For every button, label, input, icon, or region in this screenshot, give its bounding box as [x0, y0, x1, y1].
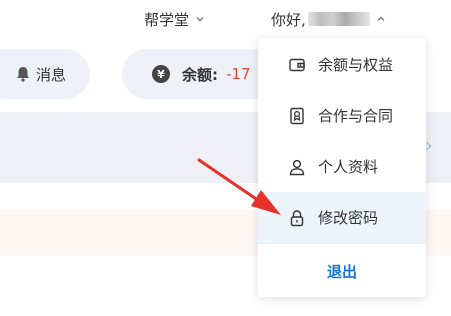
- menu-item-label: 个人资料: [318, 158, 379, 176]
- help-center-menu[interactable]: 帮学堂: [144, 0, 205, 38]
- wallet-icon: [289, 58, 305, 71]
- messages-button[interactable]: 消息: [0, 49, 90, 99]
- chevron-up-icon: [377, 16, 385, 21]
- logout-button[interactable]: 退出: [258, 245, 426, 297]
- balance-value: -17: [226, 65, 251, 83]
- user-account-menu[interactable]: 你好,: [271, 0, 386, 38]
- user-dropdown-menu: 余额与权益 合作与合同 个人资料 修改密码 退出: [258, 38, 426, 297]
- user-greeting: 你好,: [271, 10, 306, 29]
- username-redacted: [307, 12, 370, 26]
- menu-item-balance-benefits[interactable]: 余额与权益: [258, 39, 426, 90]
- yen-icon: ¥: [152, 65, 170, 83]
- menu-divider: [258, 243, 426, 244]
- menu-item-label: 合作与合同: [318, 107, 394, 125]
- help-center-label: 帮学堂: [144, 10, 190, 29]
- messages-label: 消息: [36, 65, 67, 84]
- chevron-down-icon: [196, 17, 204, 22]
- menu-item-change-password[interactable]: 修改密码: [258, 192, 426, 243]
- bell-icon: [17, 67, 29, 82]
- top-navigation-bar: 帮学堂 你好,: [0, 0, 451, 38]
- logout-label: 退出: [326, 262, 357, 281]
- balance-label: 余额:: [182, 65, 218, 84]
- user-icon: [289, 159, 305, 175]
- menu-item-cooperation-contracts[interactable]: 合作与合同: [258, 90, 426, 141]
- menu-item-profile[interactable]: 个人资料: [258, 141, 426, 192]
- menu-item-label: 修改密码: [318, 209, 379, 227]
- contract-icon: [290, 107, 304, 124]
- menu-item-label: 余额与权益: [318, 56, 394, 74]
- lock-icon: [290, 209, 304, 226]
